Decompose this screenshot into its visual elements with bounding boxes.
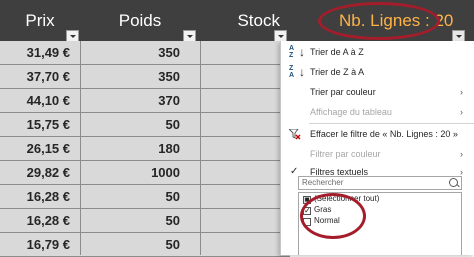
table-row: 16,28 € 50 [0, 185, 290, 209]
cell-poids[interactable]: 370 [80, 89, 180, 112]
cell-prix[interactable]: 29,82 € [0, 161, 70, 184]
table-row: 16,28 € 50 [0, 209, 290, 233]
cell-poids[interactable]: 50 [80, 233, 180, 256]
submenu-arrow-icon: › [460, 87, 463, 97]
cell-poids[interactable]: 350 [80, 41, 180, 64]
cell-poids[interactable]: 180 [80, 137, 180, 160]
cell-prix[interactable]: 31,49 € [0, 41, 70, 64]
table-row: 31,49 € 350 [0, 41, 290, 65]
search-icon [449, 178, 458, 187]
cell-poids[interactable]: 50 [80, 185, 180, 208]
menu-item-clear-filter[interactable]: Effacer le filtre de « Nb. Lignes : 20 » [281, 124, 474, 144]
table-row: 16,79 € 50 [0, 233, 290, 257]
cell-poids[interactable]: 50 [80, 113, 180, 136]
table-row: 29,82 € 1000 [0, 161, 290, 185]
menu-item-label: Effacer le filtre de « Nb. Lignes : 20 » [310, 129, 458, 139]
cell-prix[interactable]: 16,28 € [0, 209, 70, 232]
cell-prix[interactable]: 15,75 € [0, 113, 70, 136]
column-divider [80, 41, 81, 255]
clear-filter-icon [289, 129, 301, 140]
column-divider [200, 41, 201, 255]
menu-item-label: Affichage du tableau [310, 107, 392, 117]
menu-item-label: Trier par couleur [310, 87, 376, 97]
menu-item-sort-az[interactable]: A Z ↓ Trier de A à Z [281, 42, 474, 62]
menu-item-sort-by-color[interactable]: Trier par couleur › [281, 82, 474, 102]
cell-prix[interactable]: 26,15 € [0, 137, 70, 160]
cell-prix[interactable]: 37,70 € [0, 65, 70, 88]
menu-item-label: Filtrer par couleur [310, 149, 381, 159]
cell-poids[interactable]: 50 [80, 209, 180, 232]
menu-item-sheet-view: Affichage du tableau › [281, 102, 474, 122]
search-input[interactable]: Rechercher [298, 176, 462, 190]
submenu-arrow-icon: › [460, 149, 463, 159]
search-placeholder: Rechercher [302, 178, 344, 187]
table-row: 44,10 € 370 [0, 89, 290, 113]
column-header-poids: Poids [118, 11, 162, 30]
cell-prix[interactable]: 16,79 € [0, 233, 70, 256]
cell-poids[interactable]: 1000 [80, 161, 180, 184]
sort-descending-icon: Z A ↓ [289, 65, 305, 79]
table-row: 26,15 € 180 [0, 137, 290, 161]
cell-prix[interactable]: 16,28 € [0, 185, 70, 208]
cell-prix[interactable]: 44,10 € [0, 89, 70, 112]
submenu-arrow-icon: › [460, 107, 463, 117]
menu-item-label: Trier de A à Z [310, 47, 364, 57]
table-row: 15,75 € 50 [0, 113, 290, 137]
highlight-circle-options [300, 193, 366, 239]
table-row: 37,70 € 350 [0, 65, 290, 89]
menu-item-filter-by-color: Filtrer par couleur › [281, 144, 474, 164]
menu-item-label: Trier de Z à A [310, 67, 365, 77]
sort-ascending-icon: A Z ↓ [289, 45, 305, 59]
highlight-circle-header [318, 2, 440, 40]
cell-poids[interactable]: 350 [80, 65, 180, 88]
menu-item-sort-za[interactable]: Z A ↓ Trier de Z à A [281, 62, 474, 82]
